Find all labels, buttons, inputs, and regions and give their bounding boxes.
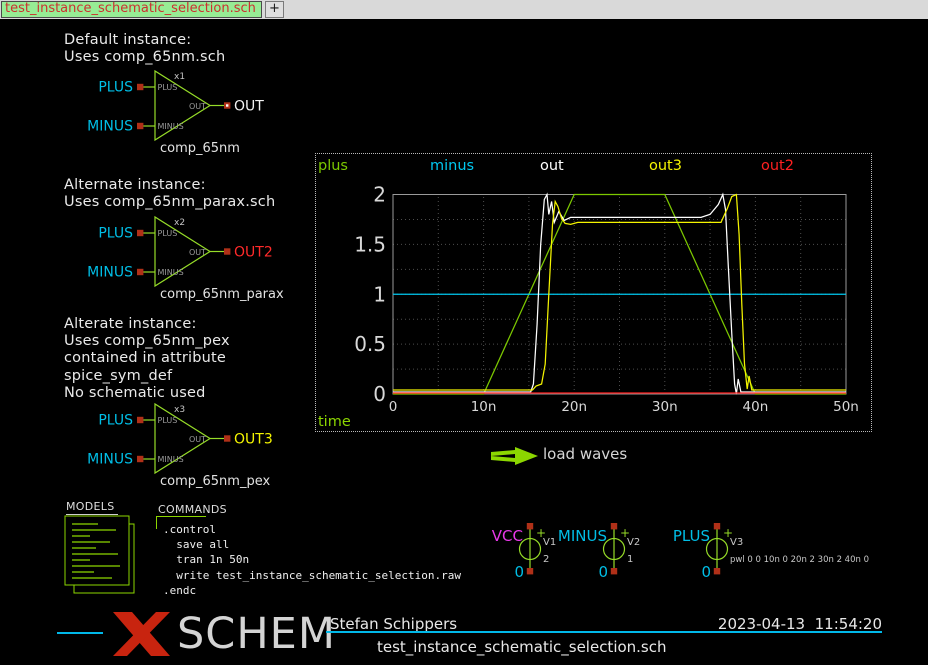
pin-plus xyxy=(137,417,143,423)
source-name: V2 xyxy=(627,537,640,548)
instance-designator: x2 xyxy=(174,218,185,228)
net-label: VCC xyxy=(492,527,523,545)
instance-note-x2: Alternate instance:Uses comp_65nm_parax.… xyxy=(64,177,275,211)
pin-name-out: OUT xyxy=(189,248,206,257)
xschem-logo-text: SCHEM xyxy=(177,612,336,656)
titleblock-sheet-name: test_instance_schematic_selection.sch xyxy=(377,638,667,656)
symbol-name: comp_65nm_parax xyxy=(160,287,284,302)
y-tick-label: 0 xyxy=(373,382,386,406)
pin-name-out: OUT xyxy=(189,102,206,111)
pin-name-plus: PLUS xyxy=(158,229,178,238)
vsource-V3[interactable]: +PLUSV3pwl 0 0 10n 0 20n 2 30n 2 40n 00 xyxy=(667,519,887,604)
source-value: 2 xyxy=(543,554,549,565)
x-tick-label: 0 xyxy=(389,399,398,415)
source-value: pwl 0 0 10n 0 20n 2 30n 2 40n 0 xyxy=(730,555,869,565)
gnd-label: 0 xyxy=(598,563,608,581)
x-tick-label: 50n xyxy=(833,399,859,415)
tab-bar: test_instance_schematic_selection.sch + xyxy=(0,0,928,19)
net-label-plus: PLUS xyxy=(98,80,133,96)
launcher-arrow-icon xyxy=(489,446,541,466)
legend-out2: out2 xyxy=(761,158,794,174)
schematic-canvas[interactable]: 010n20n30n40n50n00.511.52 plusminusoutou… xyxy=(0,19,928,665)
series-out3 xyxy=(393,195,846,391)
pin-name-out: OUT xyxy=(189,435,206,444)
x-tick-label: 40n xyxy=(743,399,769,415)
new-tab-button[interactable]: + xyxy=(265,1,284,18)
tab-current[interactable]: test_instance_schematic_selection.sch xyxy=(1,1,262,18)
pin-name-plus: PLUS xyxy=(158,83,178,92)
net-label-out: OUT3 xyxy=(234,432,273,448)
pin-top xyxy=(714,523,720,529)
launcher-label: load waves xyxy=(543,445,627,463)
symbol-name: comp_65nm xyxy=(160,141,240,156)
models-icon[interactable] xyxy=(60,511,150,606)
net-label-minus: MINUS xyxy=(87,265,133,281)
comparator-symbol-x3[interactable]: PLUSMINUSOUT3PLUSMINUSOUTx3comp_65nm_pex xyxy=(100,395,340,495)
instance-note-x3: Alterate instance:Uses comp_65nm_pexcont… xyxy=(64,316,230,402)
waveform-plot: 0 10n 20n 30n 40n 50n 0 0.5 1 1.5 2 xyxy=(316,154,873,433)
commands-label[interactable]: COMMANDS xyxy=(158,503,227,516)
pin-top xyxy=(527,523,533,529)
net-label: MINUS xyxy=(558,527,607,545)
net-label: PLUS xyxy=(673,527,710,545)
load-waves-launcher[interactable]: load waves xyxy=(489,444,659,466)
comparator-symbol-x1[interactable]: PLUSMINUSOUTPLUSMINUSOUTx1comp_65nm xyxy=(100,62,340,162)
pin-out-core xyxy=(226,104,228,106)
net-label-out: OUT xyxy=(234,99,264,115)
pin-minus xyxy=(137,123,143,129)
legend-out: out xyxy=(540,158,564,174)
y-tick-label: 2 xyxy=(373,183,386,207)
gnd-label: 0 xyxy=(514,563,524,581)
titleblock-accent-line xyxy=(57,632,103,634)
pin-top xyxy=(611,523,617,529)
titleblock-divider xyxy=(326,631,882,633)
net-label-minus: MINUS xyxy=(87,119,133,135)
legend-minus: minus xyxy=(430,158,474,174)
y-tick-label: 1 xyxy=(373,282,386,306)
x-tick-label: 10n xyxy=(471,399,497,415)
source-value: 1 xyxy=(627,554,633,565)
symbol-name: comp_65nm_pex xyxy=(160,474,270,489)
pin-name-plus: PLUS xyxy=(158,416,178,425)
commands-code[interactable]: .control save all tran 1n 50n write test… xyxy=(163,522,461,598)
source-name: V1 xyxy=(543,537,556,548)
pin-out xyxy=(224,435,230,441)
legend-out3: out3 xyxy=(649,158,682,174)
net-label-plus: PLUS xyxy=(98,413,133,429)
x-tick-label: 20n xyxy=(561,399,587,415)
pin-bottom xyxy=(527,568,533,574)
pin-plus xyxy=(137,84,143,90)
pin-plus xyxy=(137,230,143,236)
pin-minus xyxy=(137,456,143,462)
xschem-logo-x-icon xyxy=(108,609,176,659)
gnd-label: 0 xyxy=(701,563,711,581)
net-label-minus: MINUS xyxy=(87,452,133,468)
waveform-graph[interactable]: 010n20n30n40n50n00.511.52 plusminusoutou… xyxy=(315,153,872,432)
pin-bottom xyxy=(611,568,617,574)
net-label-plus: PLUS xyxy=(98,226,133,242)
instance-designator: x3 xyxy=(174,405,185,415)
net-label-out: OUT2 xyxy=(234,245,273,261)
instance-designator: x1 xyxy=(174,72,185,82)
y-tick-label: 1.5 xyxy=(354,232,386,256)
x-tick-label: 30n xyxy=(652,399,678,415)
pin-name-minus: MINUS xyxy=(158,122,184,131)
pin-out xyxy=(224,248,230,254)
pin-name-minus: MINUS xyxy=(158,455,184,464)
comparator-symbol-x2[interactable]: PLUSMINUSOUT2PLUSMINUSOUTx2comp_65nm_par… xyxy=(100,208,340,308)
source-name: V3 xyxy=(730,537,743,548)
pin-name-minus: MINUS xyxy=(158,268,184,277)
y-tick-label: 0.5 xyxy=(354,332,386,356)
pin-bottom xyxy=(714,568,720,574)
tab-label: test_instance_schematic_selection.sch xyxy=(5,1,256,16)
pin-minus xyxy=(137,269,143,275)
